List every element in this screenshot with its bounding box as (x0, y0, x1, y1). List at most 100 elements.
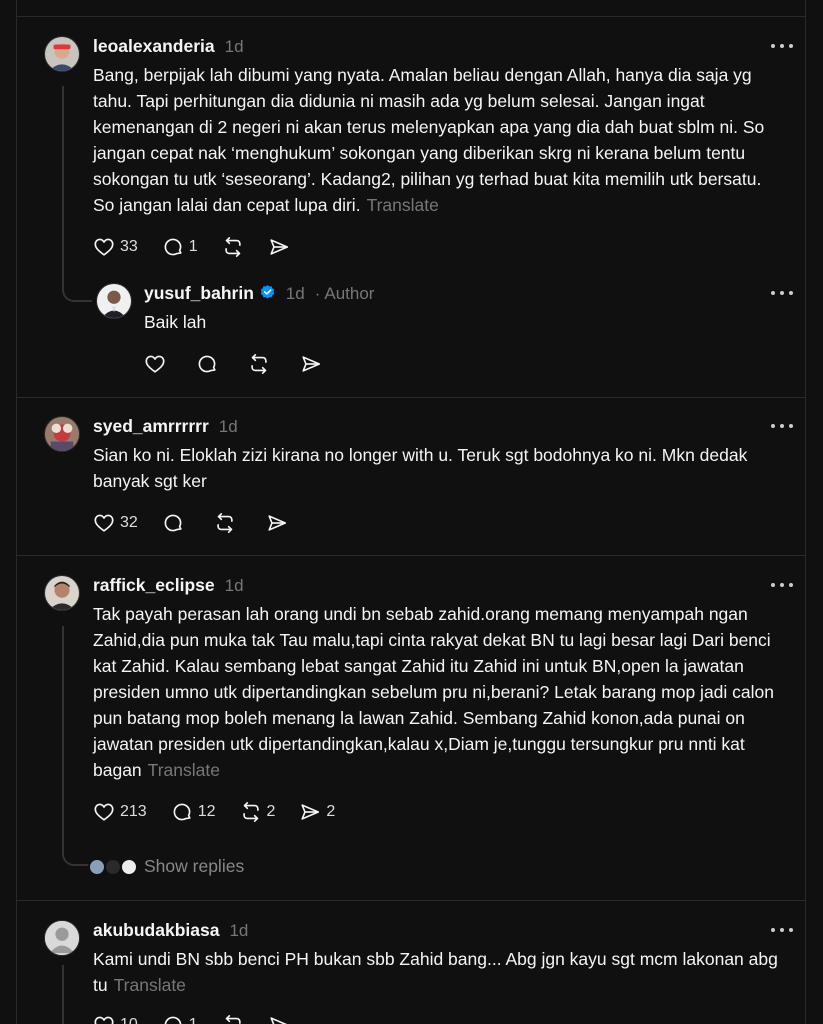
translate-link[interactable]: Translate (114, 975, 186, 995)
username[interactable]: yusuf_bahrin (144, 283, 276, 304)
divider (17, 900, 805, 901)
like-count: 10 (120, 1016, 138, 1024)
comment-button[interactable] (162, 512, 184, 534)
post-header: raffick_eclipse 1d (93, 575, 244, 596)
comment-icon (173, 803, 191, 821)
avatar[interactable] (44, 416, 80, 452)
more-icon[interactable] (771, 581, 793, 589)
action-bar: 10 1 (93, 1012, 314, 1024)
like-button[interactable]: 10 (93, 1014, 138, 1024)
timestamp[interactable]: 1d (286, 284, 305, 304)
post-body: Bang, berpijak lah dibumi yang nyata. Am… (93, 65, 765, 215)
post-header: akubudakbiasa 1d (93, 920, 248, 941)
repost-icon (251, 354, 267, 374)
share-icon (302, 356, 321, 372)
username[interactable]: akubudakbiasa (93, 920, 219, 941)
thread-line (62, 86, 64, 286)
separator-dot: · (314, 284, 321, 303)
comment-icon (198, 355, 216, 373)
repost-button[interactable] (248, 353, 270, 375)
comment-icon (164, 238, 182, 256)
divider (17, 555, 805, 556)
avatar[interactable] (44, 920, 80, 956)
show-replies-button[interactable]: Show replies (88, 856, 244, 877)
divider (17, 397, 805, 398)
translate-link[interactable]: Translate (148, 760, 220, 780)
more-icon[interactable] (771, 289, 793, 297)
like-button[interactable]: 32 (93, 512, 138, 534)
username[interactable]: leoalexanderia (93, 36, 215, 57)
timestamp[interactable]: 1d (225, 576, 244, 596)
post-body: Tak payah perasan lah orang undi bn seba… (93, 604, 774, 780)
like-count: 32 (120, 514, 138, 531)
timestamp[interactable]: 1d (219, 417, 238, 437)
comment-button[interactable] (196, 353, 218, 375)
avatar[interactable] (44, 36, 80, 72)
avatar[interactable] (96, 283, 132, 319)
share-icon (268, 515, 286, 531)
action-bar: 32 (93, 510, 312, 536)
like-count: 213 (120, 803, 147, 820)
comment-icon (164, 514, 182, 532)
more-icon[interactable] (771, 422, 793, 430)
thread-connector (62, 838, 90, 866)
username[interactable]: syed_amrrrrrr (93, 416, 209, 437)
reply-header: yusuf_bahrin 1d · Author (144, 283, 374, 304)
repost-button[interactable]: 2 (240, 801, 276, 823)
share-count: 2 (326, 803, 336, 820)
repost-button[interactable] (222, 1014, 244, 1024)
post-text: Kami undi BN sbb benci PH bukan sbb Zahi… (93, 946, 783, 998)
timestamp[interactable]: 1d (229, 921, 248, 941)
more-icon[interactable] (771, 42, 793, 50)
like-button[interactable]: 33 (93, 236, 138, 258)
repost-button[interactable] (214, 512, 236, 534)
heart-icon (145, 355, 165, 373)
post-header: leoalexanderia 1d (93, 36, 244, 57)
post-text: Sian ko ni. Eloklah zizi kirana no longe… (93, 445, 748, 491)
post-text: Tak payah perasan lah orang undi bn seba… (93, 601, 783, 783)
share-button[interactable] (268, 1014, 290, 1024)
action-bar (144, 351, 346, 377)
thread-line (62, 965, 64, 1024)
like-button[interactable] (144, 353, 166, 375)
reply-text: Baik lah (144, 312, 207, 332)
comment-button[interactable]: 1 (162, 1014, 198, 1024)
like-button[interactable]: 213 (93, 801, 147, 823)
repost-icon (225, 237, 241, 257)
like-count: 33 (120, 238, 138, 255)
thread-connector (62, 276, 92, 302)
action-bar: 33 1 (93, 234, 314, 260)
repost-count: 2 (266, 803, 276, 820)
verified-icon (260, 285, 274, 299)
comment-button[interactable]: 1 (162, 236, 198, 258)
reply-count: 1 (188, 238, 198, 255)
reply-avatar (120, 857, 138, 876)
thread-line (62, 626, 64, 842)
translate-link[interactable]: Translate (367, 195, 439, 215)
show-replies-label: Show replies (144, 856, 245, 876)
repost-icon (217, 513, 233, 533)
post-body: Kami undi BN sbb benci PH bukan sbb Zahi… (93, 949, 778, 995)
repost-icon (225, 1015, 241, 1024)
divider (16, 16, 806, 17)
share-button[interactable] (300, 353, 322, 375)
more-icon[interactable] (771, 926, 793, 934)
share-icon (270, 1017, 287, 1024)
post-header: syed_amrrrrrr 1d (93, 416, 238, 437)
share-button[interactable] (268, 236, 290, 258)
share-button[interactable] (266, 512, 288, 534)
timestamp[interactable]: 1d (225, 37, 244, 57)
share-icon (301, 804, 320, 820)
repost-button[interactable] (222, 236, 244, 258)
comment-button[interactable]: 12 (171, 801, 216, 823)
heart-icon (94, 514, 114, 532)
action-bar: 213 12 2 2 (93, 799, 359, 825)
avatar[interactable] (44, 575, 80, 611)
author-label: Author (324, 284, 375, 303)
share-button[interactable]: 2 (299, 801, 335, 823)
post-text: Bang, berpijak lah dibumi yang nyata. Am… (93, 62, 783, 218)
username[interactable]: raffick_eclipse (93, 575, 215, 596)
heart-icon (94, 1016, 114, 1024)
share-icon (270, 239, 288, 255)
reply-count: 12 (197, 803, 216, 820)
